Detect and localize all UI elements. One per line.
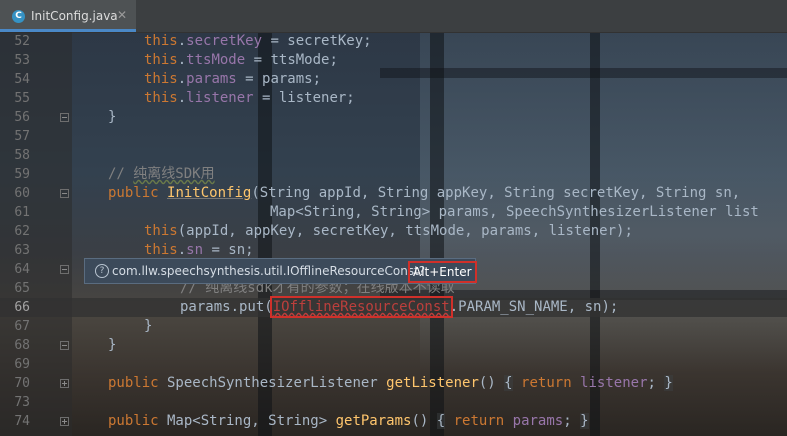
- code-text: params.put(IOfflineResourceConst.PARAM_S…: [180, 296, 619, 318]
- line-number: 61: [14, 205, 30, 220]
- fold-collapse-icon[interactable]: [60, 113, 69, 122]
- line-number: 66: [14, 300, 30, 315]
- code-line[interactable]: 62 this(appId, appKey, secretKey, ttsMod…: [0, 222, 787, 241]
- unresolved-symbol[interactable]: IOfflineResourceConst: [269, 296, 453, 318]
- line-number: 74: [14, 414, 30, 429]
- code-text: }: [144, 318, 153, 334]
- code-text: this.listener = listener;: [144, 90, 355, 106]
- fold-collapse-icon[interactable]: [60, 265, 69, 274]
- line-number: 57: [14, 129, 30, 144]
- line-number: 59: [14, 167, 30, 182]
- editor-tab-bar: C InitConfig.java ✕: [0, 0, 787, 33]
- fold-collapse-icon[interactable]: [60, 189, 69, 198]
- code-text: Map<String, String> params, SpeechSynthe…: [270, 204, 759, 220]
- code-text: }: [108, 109, 117, 125]
- class-c-icon: C: [12, 10, 25, 23]
- line-number: 65: [14, 281, 30, 296]
- line-number: 60: [14, 186, 30, 201]
- line-number: 70: [14, 376, 30, 391]
- code-line[interactable]: 69: [0, 355, 787, 374]
- code-line[interactable]: 54 this.params = params;: [0, 70, 787, 89]
- import-suggestion-text[interactable]: com.llw.speechsynthesis.util.IOfflineRes…: [112, 259, 425, 283]
- tab-initconfig-java[interactable]: C InitConfig.java ✕: [0, 0, 136, 32]
- code-text: this(appId, appKey, secretKey, ttsMode, …: [144, 223, 633, 239]
- fold-collapse-icon[interactable]: [60, 341, 69, 350]
- line-number: 64: [14, 262, 30, 277]
- line-number: 52: [14, 34, 30, 49]
- code-text: public InitConfig(String appId, String a…: [108, 185, 741, 201]
- tab-label: InitConfig.java: [31, 9, 118, 23]
- line-number: 53: [14, 53, 30, 68]
- code-line[interactable]: 67 }: [0, 317, 787, 336]
- code-line[interactable]: 59 // 纯离线SDK用: [0, 165, 787, 184]
- fold-expand-icon[interactable]: [60, 417, 69, 426]
- code-line[interactable]: 53 this.ttsMode = ttsMode;: [0, 51, 787, 70]
- code-line[interactable]: 56 }: [0, 108, 787, 127]
- code-text: this.params = params;: [144, 71, 322, 87]
- auto-import-popup[interactable]: ? com.llw.speechsynthesis.util.IOfflineR…: [84, 258, 477, 284]
- code-text: public Map<String, String> getParams() {…: [108, 413, 589, 429]
- code-line[interactable]: 68 }: [0, 336, 787, 355]
- code-line[interactable]: 60 public InitConfig(String appId, Strin…: [0, 184, 787, 203]
- close-icon[interactable]: ✕: [117, 8, 127, 22]
- code-line[interactable]: 73: [0, 393, 787, 412]
- line-number: 56: [14, 110, 30, 125]
- line-number: 58: [14, 148, 30, 163]
- code-line[interactable]: 70 public SpeechSynthesizerListener getL…: [0, 374, 787, 393]
- line-number: 73: [14, 395, 30, 410]
- code-line[interactable]: 61 Map<String, String> params, SpeechSyn…: [0, 203, 787, 222]
- line-number: 68: [14, 338, 30, 353]
- comment-text: // 纯离线SDK用: [108, 166, 215, 182]
- fold-expand-icon[interactable]: [60, 379, 69, 388]
- alt-enter-shortcut[interactable]: Alt+Enter: [408, 261, 477, 283]
- code-text: this.ttsMode = ttsMode;: [144, 52, 338, 68]
- line-number: 69: [14, 357, 30, 372]
- code-text: public SpeechSynthesizerListener getList…: [108, 375, 673, 391]
- code-line[interactable]: 58: [0, 146, 787, 165]
- line-number: 62: [14, 224, 30, 239]
- code-line[interactable]: 57: [0, 127, 787, 146]
- code-line[interactable]: 52 this.secretKey = secretKey;: [0, 32, 787, 51]
- code-line[interactable]: 55 this.listener = listener;: [0, 89, 787, 108]
- line-number: 55: [14, 91, 30, 106]
- code-text: }: [108, 337, 117, 353]
- code-text: this.secretKey = secretKey;: [144, 33, 372, 49]
- line-number: 54: [14, 72, 30, 87]
- line-number: 67: [14, 319, 30, 334]
- question-icon: ?: [95, 264, 109, 278]
- line-number: 63: [14, 243, 30, 258]
- code-line[interactable]: 74 public Map<String, String> getParams(…: [0, 412, 787, 431]
- code-line-current[interactable]: 66 params.put(IOfflineResourceConst.PARA…: [0, 296, 787, 318]
